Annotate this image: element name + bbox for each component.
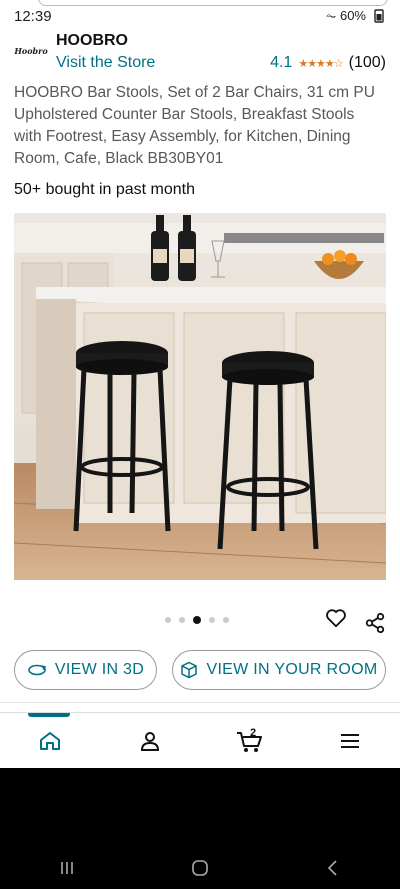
cube-ar-icon: [181, 661, 198, 679]
rating-summary[interactable]: 4.1 ★★★★☆ (100): [270, 54, 386, 72]
rotate-3d-icon: [28, 664, 47, 676]
product-image[interactable]: [14, 213, 386, 580]
bottom-nav: 2: [0, 712, 400, 768]
rating-score: 4.1: [270, 54, 293, 71]
rating-stars-icon: ★★★★☆: [298, 57, 343, 70]
view-in-room-label: VIEW IN YOUR ROOM: [206, 661, 378, 678]
battery-icon: [374, 9, 384, 23]
product-title: HOOBRO Bar Stools, Set of 2 Bar Chairs, …: [14, 84, 375, 167]
nav-account[interactable]: [125, 721, 175, 761]
nav-cart[interactable]: 2: [225, 721, 275, 761]
status-time: 12:39: [14, 7, 52, 25]
status-icons: ⏦ 60%: [326, 8, 386, 24]
nav-home[interactable]: [25, 721, 75, 761]
cart-icon: 2: [237, 728, 262, 752]
carousel-dot[interactable]: [193, 616, 201, 624]
product-photo: [14, 213, 386, 580]
carousel-dot[interactable]: [223, 617, 229, 623]
recent-apps-icon[interactable]: [58, 859, 76, 877]
view-in-room-button[interactable]: VIEW IN YOUR ROOM: [172, 650, 386, 690]
view-in-3d-label: VIEW IN 3D: [54, 661, 145, 678]
brand-name: HOOBRO: [56, 32, 128, 49]
account-icon: [140, 731, 160, 751]
carousel-dot[interactable]: [165, 617, 171, 623]
status-right-text: ⏦ 60%: [325, 8, 366, 23]
rating-count: (100): [348, 54, 386, 71]
view-in-3d-button[interactable]: VIEW IN 3D: [14, 650, 157, 690]
heart-icon[interactable]: [325, 607, 347, 629]
bought-badge: 50+ bought in past month: [14, 181, 196, 198]
search-bar-edge[interactable]: [38, 0, 388, 6]
carousel-dot[interactable]: [179, 617, 185, 623]
system-nav: [0, 859, 400, 877]
cart-count: 2: [250, 728, 256, 739]
menu-icon: [341, 733, 359, 748]
back-icon[interactable]: [324, 859, 342, 877]
divider: [0, 702, 400, 703]
carousel-dots[interactable]: [165, 616, 229, 624]
brand-row: Hoobro HOOBRO Visit the Store 4.1 ★★★★☆ …: [14, 30, 390, 74]
home-button-icon[interactable]: [191, 859, 209, 877]
carousel-dot[interactable]: [209, 617, 215, 623]
brand-logo[interactable]: Hoobro: [14, 40, 48, 62]
share-icon[interactable]: [364, 612, 386, 634]
nav-menu[interactable]: [325, 721, 375, 761]
home-active-indicator: [28, 713, 70, 717]
system-area: [0, 768, 400, 889]
visit-store-link[interactable]: Visit the Store: [56, 54, 155, 72]
home-icon: [40, 731, 60, 750]
